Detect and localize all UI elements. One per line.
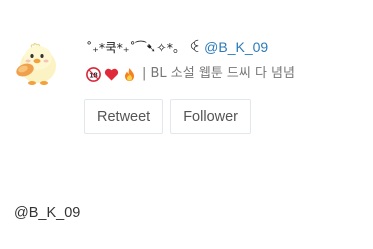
name-line: ˚₊*쿡*₊˚⁀➷✧*。 ꒊ @B_K_09 (86, 37, 371, 58)
profile-card: ˚₊*쿡*₊˚⁀➷✧*。 ꒊ @B_K_09 18 (0, 0, 373, 200)
display-name: ˚₊*쿡*₊˚⁀➷✧*。 (86, 40, 186, 55)
name-separator: ꒊ (189, 39, 201, 55)
red-heart-icon (104, 67, 119, 82)
fire-icon (122, 67, 137, 82)
bio-text: | BL 소설 웹툰 드씨 다 념념 (142, 66, 295, 81)
follower-button[interactable]: Follower (170, 99, 251, 134)
action-buttons: Retweet Follower (84, 99, 251, 134)
avatar[interactable] (10, 34, 64, 90)
age-18-icon: 18 (86, 66, 101, 82)
footer-handle: @B_K_09 (14, 205, 81, 221)
profile-info: ˚₊*쿡*₊˚⁀➷✧*。 ꒊ @B_K_09 18 (86, 37, 371, 84)
retweet-button[interactable]: Retweet (84, 99, 164, 134)
profile-handle-link[interactable]: @B_K_09 (204, 39, 268, 55)
bio: 18 | BL 소설 웹툰 드씨 다 념념 (86, 64, 371, 84)
chick-avatar-icon (16, 42, 56, 85)
